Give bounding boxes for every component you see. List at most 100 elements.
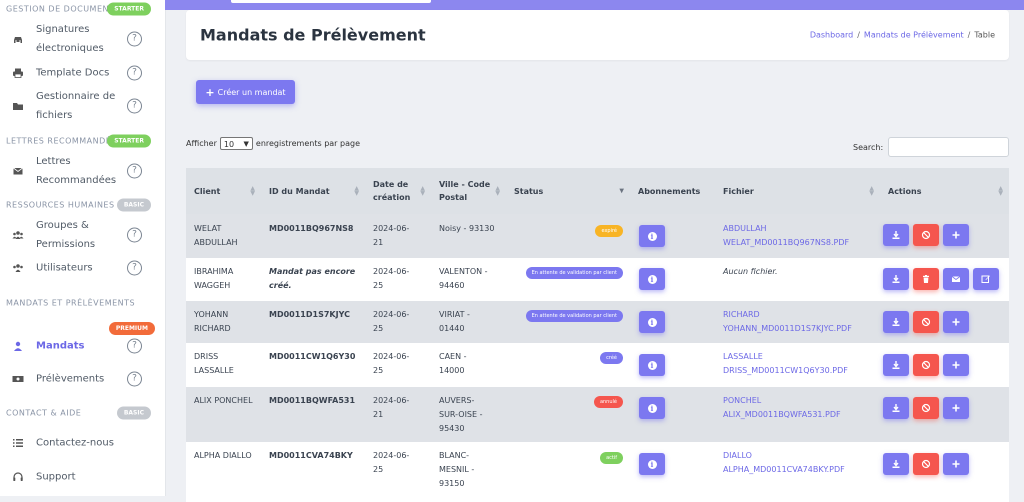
download-button[interactable] <box>883 354 909 376</box>
help-icon[interactable]: ? <box>127 260 142 276</box>
subscriptions-info-button[interactable]: i <box>639 268 665 290</box>
create-mandat-button[interactable]: + Créer un mandat <box>196 80 295 104</box>
client-name: WELAT ABDULLAH <box>194 224 238 247</box>
sidebar-item-contact[interactable]: Contactez-nous <box>0 432 165 454</box>
info-icon: i <box>647 231 657 241</box>
column-header-client[interactable]: Client ▲ ▼ <box>186 168 261 214</box>
help-icon[interactable]: ? <box>127 371 142 387</box>
download-button[interactable] <box>883 311 909 333</box>
cancel-mandat-button[interactable] <box>913 354 939 376</box>
help-icon[interactable]: ? <box>127 31 142 47</box>
download-button[interactable] <box>883 224 909 246</box>
ville-code: CAEN - 14000 <box>439 352 467 375</box>
column-header-id[interactable]: ID du Mandat ▲ ▼ <box>261 168 365 214</box>
breadcrumb-separator: / <box>967 30 971 40</box>
topbar-search[interactable] <box>231 0 431 3</box>
help-icon[interactable]: ? <box>127 338 142 354</box>
column-header-fichier[interactable]: Fichier ▲ ▼ <box>715 168 880 214</box>
mandat-id: MD0011D1S7KJYC <box>269 310 350 319</box>
download-button[interactable] <box>883 397 909 419</box>
info-icon: i <box>647 459 657 469</box>
sidebar-item-signatures[interactable]: Signatures électroniques ? <box>0 20 165 58</box>
mandat-id: MD0011CVA74BKY <box>269 451 353 460</box>
mandat-id: MD0011BQ967NS8 <box>269 224 354 233</box>
delete-button[interactable] <box>913 268 939 290</box>
cancel-mandat-button[interactable] <box>913 397 939 419</box>
chevron-down-icon: ▼ <box>243 140 249 148</box>
search-input[interactable] <box>888 137 1010 157</box>
cancel-mandat-button[interactable] <box>913 311 939 333</box>
plan-badge: STARTER <box>107 134 151 148</box>
help-icon[interactable]: ? <box>127 98 142 114</box>
ville-code: BLANC-MESNIL - 93150 <box>439 451 475 488</box>
ville-code: AUVERS-SUR-OISE - 95430 <box>439 396 483 433</box>
info-icon: i <box>647 317 657 327</box>
help-icon[interactable]: ? <box>127 163 142 179</box>
section-label: LETTRES RECOMMANDÉES <box>6 136 123 146</box>
download-button[interactable] <box>883 453 909 475</box>
section-label: MANDATS ET PRÉLÈVEMENTS <box>6 298 136 308</box>
add-button[interactable] <box>943 397 969 419</box>
column-label: Abonnements <box>638 186 701 196</box>
sidebar-item-groupes[interactable]: Groupes & Permissions ? <box>0 216 165 254</box>
table-row: ALPHA DIALLO MD0011CVA74BKY 2024-06-25 B… <box>186 442 1009 502</box>
sidebar-item-label: Utilisateurs <box>36 262 93 274</box>
column-header-actions[interactable]: Actions ▲ ▼ <box>880 168 1009 214</box>
column-label: ID du Mandat <box>269 186 330 196</box>
add-button[interactable] <box>943 354 969 376</box>
creation-date: 2024-06-25 <box>373 451 410 474</box>
sidebar-item-lettres[interactable]: Lettres Recommandées ? <box>0 152 165 190</box>
breadcrumb-separator: / <box>857 30 860 40</box>
file-link[interactable]: LASSALLE DRISS_MD0011CW1Q6Y30.PDF <box>723 350 871 378</box>
help-icon[interactable]: ? <box>127 65 142 81</box>
column-header-ville[interactable]: Ville - Code Postal ▲ ▼ <box>431 168 506 214</box>
sidebar-item-support[interactable]: Support <box>0 466 165 488</box>
breadcrumb-dashboard[interactable]: Dashboard <box>810 31 853 40</box>
add-button[interactable] <box>943 224 969 246</box>
sort-icon: ▲ ▼ <box>998 185 1003 197</box>
sidebar-item-label: Gestionnaire de fichiers <box>36 91 116 121</box>
column-header-status[interactable]: Status ▼ <box>506 168 630 214</box>
subscriptions-info-button[interactable]: i <box>639 354 665 376</box>
send-email-button[interactable] <box>943 268 969 290</box>
file-link[interactable]: RICHARD YOHANN_MD0011D1S7KJYC.PDF <box>723 308 871 336</box>
page-title: Mandats de Prélèvement <box>200 25 426 45</box>
creation-date: 2024-06-25 <box>373 352 410 375</box>
download-button[interactable] <box>883 268 909 290</box>
sort-icon: ▲ ▼ <box>250 185 255 197</box>
sort-icon: ▲ ▼ <box>420 185 425 197</box>
column-label: Actions <box>888 186 922 196</box>
headset-icon <box>12 471 24 483</box>
subscriptions-info-button[interactable]: i <box>639 397 665 419</box>
file-link[interactable]: PONCHEL ALIX_MD0011BQWFA531.PDF <box>723 394 871 422</box>
help-icon[interactable]: ? <box>127 227 142 243</box>
sidebar-item-template-docs[interactable]: Template Docs ? <box>0 62 165 84</box>
page-size-select[interactable]: 10 ▼ <box>219 137 253 150</box>
section-label: RESSOURCES HUMAINES <box>6 200 115 210</box>
subscriptions-info-button[interactable]: i <box>639 453 665 475</box>
add-button[interactable] <box>943 453 969 475</box>
file-link[interactable]: ABDULLAH WELAT_MD0011BQ967NS8.PDF <box>723 222 871 250</box>
client-name: ALPHA DIALLO <box>194 451 252 460</box>
sidebar-item-utilisateurs[interactable]: Utilisateurs ? <box>0 257 165 279</box>
status-badge: expiré <box>595 225 623 237</box>
subscriptions-info-button[interactable]: i <box>639 225 665 247</box>
section-label: GESTION DE DOCUMENTS <box>6 4 120 14</box>
client-name: DRISS LASSALLE <box>194 352 234 375</box>
subscriptions-info-button[interactable]: i <box>639 311 665 333</box>
column-header-date[interactable]: Date de création ▲ ▼ <box>365 168 431 214</box>
sidebar-item-file-manager[interactable]: Gestionnaire de fichiers ? <box>0 86 165 126</box>
envelope-icon <box>12 165 24 177</box>
sidebar-item-mandats[interactable]: Mandats ? <box>0 335 165 357</box>
client-name: IBRAHIMA WAGGEH <box>194 267 234 290</box>
edit-button[interactable] <box>973 268 999 290</box>
add-button[interactable] <box>943 311 969 333</box>
cancel-mandat-button[interactable] <box>913 453 939 475</box>
breadcrumb-mandats[interactable]: Mandats de Prélèvement <box>864 31 964 40</box>
mandat-id: MD0011CW1Q6Y30 <box>269 352 356 361</box>
file-link[interactable]: DIALLO ALPHA_MD0011CVA74BKY.PDF <box>723 449 871 477</box>
sidebar-item-prelevements[interactable]: Prélèvements ? <box>0 368 165 390</box>
cancel-mandat-button[interactable] <box>913 224 939 246</box>
sidebar-item-label: Template Docs <box>36 67 110 79</box>
info-icon: i <box>647 403 657 413</box>
